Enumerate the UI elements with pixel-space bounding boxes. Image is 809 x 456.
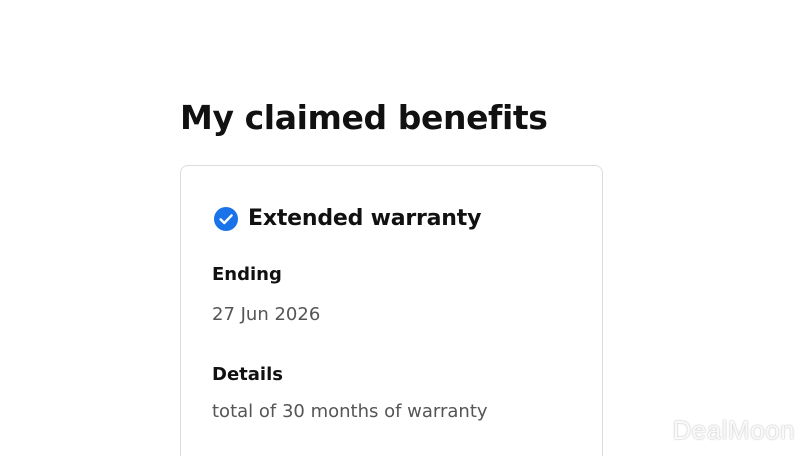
benefit-title: Extended warranty [248, 206, 482, 231]
benefit-card: Extended warranty Ending 27 Jun 2026 Det… [180, 165, 603, 456]
check-circle-icon [214, 206, 238, 231]
page: My claimed benefits Extended warranty En… [0, 0, 809, 456]
ending-date: 27 Jun 2026 [212, 304, 321, 325]
watermark: DealMoon [672, 415, 795, 445]
benefit-header: Extended warranty [214, 206, 481, 231]
page-title: My claimed benefits [180, 98, 548, 137]
ending-label: Ending [212, 264, 282, 285]
details-label: Details [212, 364, 283, 385]
details-text: total of 30 months of warranty [212, 401, 488, 422]
